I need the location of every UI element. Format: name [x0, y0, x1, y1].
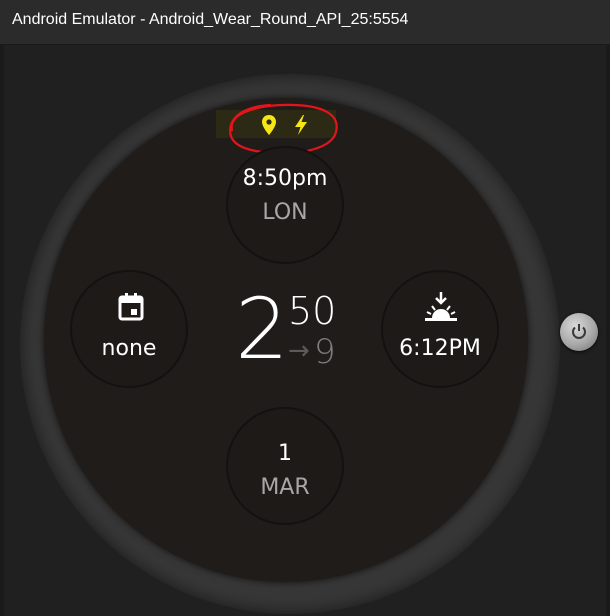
time-second: 9 — [314, 332, 336, 372]
window-frame-right — [606, 44, 610, 616]
bottom-complication-label: MAR — [260, 475, 310, 500]
title-bar[interactable]: Android Emulator - Android_Wear_Round_AP… — [0, 0, 610, 45]
sunrise-icon — [423, 290, 459, 324]
top-complication-value: 8:50pm — [242, 166, 328, 191]
complication-right[interactable]: 6:12PM — [381, 270, 499, 388]
top-complication-label: LON — [262, 200, 308, 225]
time-hour: 2 — [235, 280, 289, 378]
left-complication-value: none — [101, 336, 157, 361]
power-button[interactable] — [560, 313, 598, 351]
time-minute: 50 — [288, 289, 337, 333]
time-separator-arrow: → — [288, 336, 310, 366]
right-complication-value: 6:12PM — [399, 336, 481, 361]
window-frame-left — [0, 44, 4, 616]
emulator-window: Android Emulator - Android_Wear_Round_AP… — [0, 0, 610, 616]
complication-top[interactable]: 8:50pm LON — [226, 146, 344, 264]
window-title: Android Emulator - Android_Wear_Round_AP… — [12, 11, 409, 28]
bottom-complication-value: 1 — [278, 441, 292, 466]
complication-left[interactable]: none — [70, 270, 188, 388]
complication-bottom[interactable]: 1 MAR — [226, 407, 344, 525]
power-icon — [569, 322, 589, 342]
calendar-icon — [117, 292, 145, 322]
